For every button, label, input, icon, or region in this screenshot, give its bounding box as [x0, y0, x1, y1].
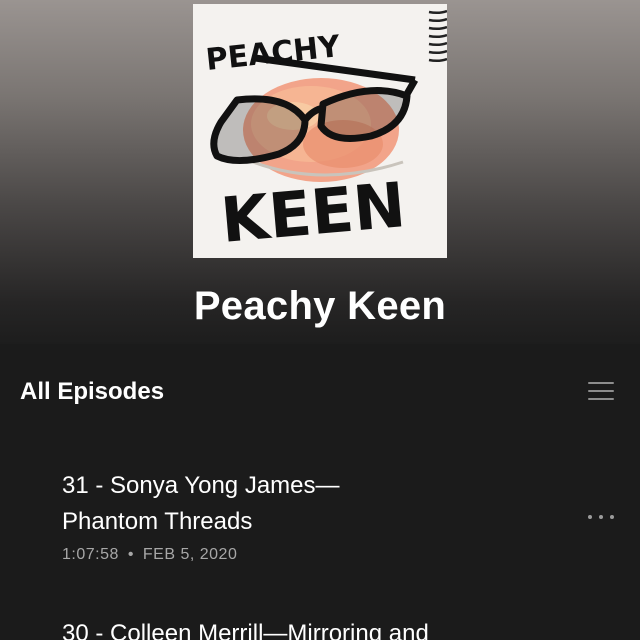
meta-separator: •	[127, 546, 134, 563]
episode-meta: 1:07:58 • FEB 5, 2020	[62, 546, 622, 564]
cover-illustration: PEACHY KEEN	[204, 9, 447, 257]
more-dot	[610, 515, 614, 519]
episode-title[interactable]: 30 - Colleen Merrill—Mirroring and	[62, 616, 622, 640]
episode-duration: 1:07:58	[62, 546, 119, 563]
show-header: PEACHY KEEN Peachy Keen	[0, 0, 640, 344]
section-title: All Episodes	[20, 378, 165, 405]
hamburger-line	[588, 398, 614, 400]
episode-row[interactable]: 30 - Colleen Merrill—Mirroring and	[62, 616, 622, 640]
more-horizontal-icon	[588, 515, 592, 519]
podcast-show-page: PEACHY KEEN Peachy Keen All Episodes 31 …	[0, 0, 640, 640]
episode-date: FEB 5, 2020	[142, 546, 238, 563]
podcast-cover-art[interactable]: PEACHY KEEN	[193, 4, 447, 258]
episode-row[interactable]: 31 - Sonya Yong James— Phantom Threads 1…	[62, 468, 622, 564]
episode-list-section: All Episodes 31 - Sonya Yong James— Phan…	[0, 344, 640, 640]
episode-title[interactable]: 31 - Sonya Yong James— Phantom Threads	[62, 468, 532, 540]
show-title: Peachy Keen	[193, 284, 447, 328]
more-dot	[599, 515, 603, 519]
episode-title-line: 31 - Sonya Yong James—	[62, 472, 340, 499]
episode-title-line: 30 - Colleen Merrill—Mirroring and	[62, 620, 429, 640]
episode-more-button[interactable]	[586, 511, 616, 523]
hamburger-line	[588, 390, 614, 392]
notebook-spiral-icon	[428, 9, 447, 63]
svg-text:KEEN: KEEN	[218, 168, 408, 257]
hamburger-sort-icon	[588, 382, 614, 384]
sort-filter-button[interactable]	[586, 380, 616, 402]
episode-title-line: Phantom Threads	[62, 508, 253, 535]
